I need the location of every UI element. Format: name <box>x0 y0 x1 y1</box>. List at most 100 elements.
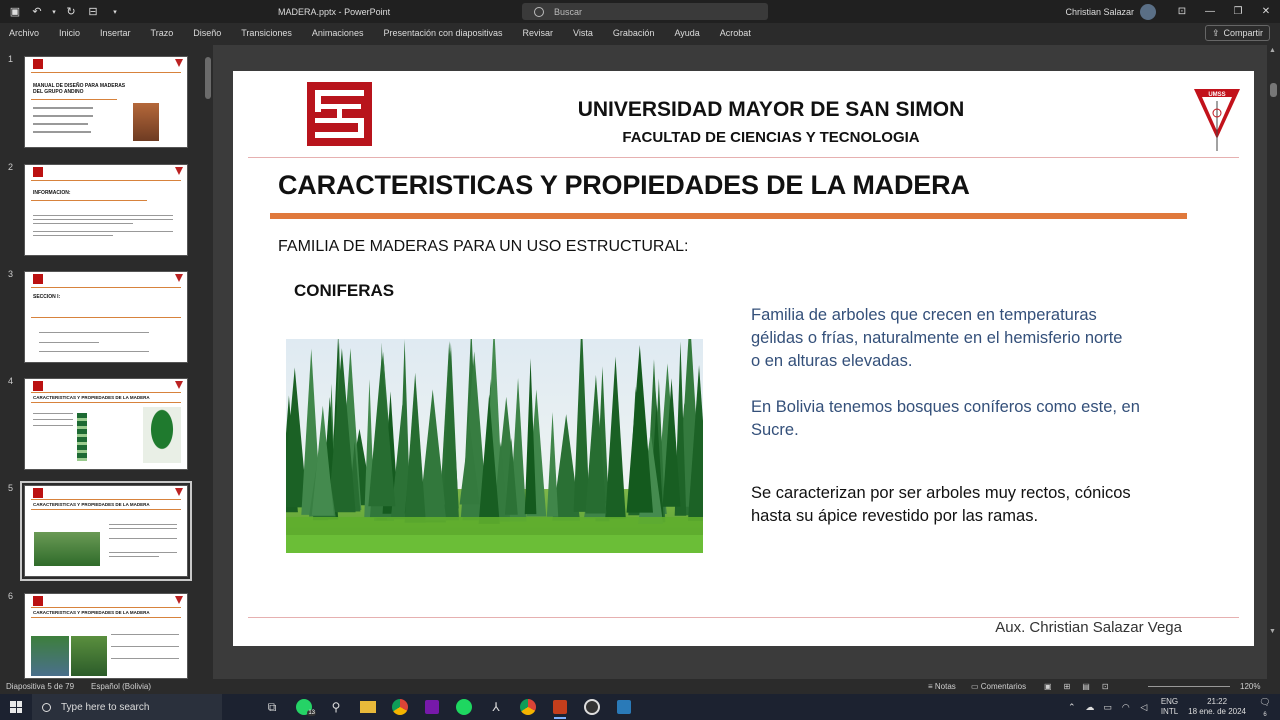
slide-sorter-icon[interactable]: ⊞ <box>1064 682 1071 691</box>
scroll-up-icon[interactable]: ▲ <box>1269 47 1276 54</box>
tab-ayuda[interactable]: Ayuda <box>674 28 699 38</box>
save-icon[interactable]: ▣ <box>6 3 24 21</box>
spotify-icon[interactable] <box>448 694 480 720</box>
notes-label: Notas <box>934 682 956 691</box>
tab-acrobat[interactable]: Acrobat <box>720 28 751 38</box>
chrome-profile-icon[interactable] <box>512 694 544 720</box>
text-line <box>39 351 149 352</box>
scroll-thumb[interactable] <box>1270 83 1277 97</box>
text-line <box>33 223 133 224</box>
book-cover-image <box>133 103 159 141</box>
tab-insertar[interactable]: Insertar <box>100 28 131 38</box>
volume-icon[interactable]: ◁ <box>1137 702 1151 713</box>
whatsapp-icon[interactable]: 13 <box>288 694 320 720</box>
landscape-image <box>31 636 69 676</box>
redo-icon[interactable]: ↻ <box>62 3 80 21</box>
presenter-icon[interactable]: ⊟ <box>84 3 102 21</box>
scroll-down-icon[interactable]: ▼ <box>1269 628 1276 635</box>
notes-button[interactable]: ≡ Notas <box>928 682 956 691</box>
chrome-icon[interactable] <box>384 694 416 720</box>
university-name: UNIVERSIDAD MAYOR DE SAN SIMON <box>577 98 965 121</box>
legend-swatches <box>77 413 87 461</box>
normal-view-icon[interactable]: ▣ <box>1044 682 1052 691</box>
start-button[interactable] <box>0 694 32 720</box>
slide-canvas[interactable]: UNIVERSIDAD MAYOR DE SAN SIMON FACULTAD … <box>233 71 1254 646</box>
reading-view-icon[interactable]: ▤ <box>1082 682 1090 691</box>
slide-thumbnail-6[interactable]: CARACTERISTICAS Y PROPIEDADES DE LA MADE… <box>24 593 188 679</box>
text-line <box>33 219 173 220</box>
file-explorer-icon[interactable] <box>352 694 384 720</box>
zoom-level[interactable]: 120% <box>1240 682 1260 691</box>
tab-trazo[interactable]: Trazo <box>151 28 174 38</box>
slide-scrollbar[interactable]: ▲ ▼ <box>1267 45 1280 679</box>
clock[interactable]: 21:22 18 ene. de 2024 <box>1188 697 1246 717</box>
network-icon[interactable]: ▭ <box>1101 702 1115 713</box>
restore-icon[interactable]: ❐ <box>1224 0 1252 23</box>
comments-button[interactable]: ▭ Comentarios <box>971 682 1026 691</box>
close-icon[interactable]: ✕ <box>1252 0 1280 23</box>
footer-divider <box>248 617 1239 618</box>
divider <box>31 402 181 403</box>
slide-thumbnail-1[interactable]: MANUAL DE DISEÑO PARA MADERAS DEL GRUPO … <box>24 56 188 148</box>
lang-line-2: INTL <box>1160 707 1179 716</box>
share-button[interactable]: ⇪ Compartir <box>1204 25 1270 41</box>
tab-archivo[interactable]: Archivo <box>9 28 39 38</box>
powerpoint-icon[interactable] <box>544 694 576 720</box>
customize-qat-icon[interactable]: ▾ <box>106 3 124 21</box>
tab-presentacion[interactable]: Presentación con diapositivas <box>383 28 502 38</box>
minimize-icon[interactable]: — <box>1196 0 1224 23</box>
sap-icon[interactable] <box>608 694 640 720</box>
slide-thumbnail-5[interactable]: CARACTERISTICAS Y PROPIEDADES DE LA MADE… <box>20 481 192 581</box>
tab-grabacion[interactable]: Grabación <box>613 28 655 38</box>
tab-revisar[interactable]: Revisar <box>523 28 554 38</box>
obs-icon[interactable] <box>576 694 608 720</box>
undo-icon[interactable]: ↶ <box>28 3 46 21</box>
undo-dropdown-icon[interactable]: ▾ <box>50 3 58 21</box>
text-line: Sucre. <box>751 421 799 439</box>
text-line: hasta su ápice revestido por las ramas. <box>751 507 1039 525</box>
slideshow-icon[interactable]: ⊡ <box>1102 682 1109 691</box>
divider <box>31 287 181 288</box>
wifi-icon[interactable]: ◠ <box>1119 702 1133 713</box>
text-line <box>111 646 179 647</box>
thumb-title: CARACTERISTICAS Y PROPIEDADES DE LA MADE… <box>33 395 150 400</box>
zoom-slider[interactable] <box>1148 686 1230 687</box>
app-name: PowerPoint <box>344 6 391 17</box>
onenote-icon[interactable] <box>416 694 448 720</box>
tab-vista[interactable]: Vista <box>573 28 593 38</box>
ribbon-display-icon[interactable]: ⊡ <box>1168 0 1196 23</box>
text-line <box>109 528 177 529</box>
divider <box>31 499 181 500</box>
text-line <box>109 552 177 553</box>
taskbar-search[interactable]: Type here to search <box>32 694 222 720</box>
date: 18 ene. de 2024 <box>1188 707 1246 716</box>
scroll-thumb[interactable] <box>205 57 211 99</box>
task-view-icon[interactable]: ⧉ <box>256 694 288 720</box>
slide-counter: Diapositiva 5 de 79 <box>6 682 75 691</box>
cloud-icon[interactable]: ☁ <box>1083 702 1097 713</box>
tab-diseno[interactable]: Diseño <box>193 28 221 38</box>
text-line <box>33 419 73 420</box>
input-language[interactable]: ENG INTL <box>1161 697 1178 717</box>
tab-inicio[interactable]: Inicio <box>59 28 80 38</box>
umss-logo-icon <box>175 596 183 604</box>
search-input[interactable]: Buscar <box>522 3 768 20</box>
user-name[interactable]: Christian Salazar <box>1065 7 1134 17</box>
chevron-up-icon[interactable]: ⌃ <box>1065 702 1079 713</box>
landscape-image <box>71 636 107 676</box>
tab-transiciones[interactable]: Transiciones <box>241 28 292 38</box>
slide-thumbnail-3[interactable]: SECCION I: <box>24 271 188 363</box>
conifer-forest-image[interactable] <box>286 339 703 553</box>
slide-thumbnail-2[interactable]: INFORMACION: <box>24 164 188 256</box>
maps-icon[interactable]: ⚲ <box>320 694 352 720</box>
text-line <box>109 556 159 557</box>
slide-thumbnail-4[interactable]: CARACTERISTICAS Y PROPIEDADES DE LA MADE… <box>24 378 188 470</box>
autocad-icon[interactable]: ⅄ <box>480 694 512 720</box>
notifications-icon[interactable]: 🗨6 <box>1258 697 1272 718</box>
language-indicator[interactable]: Español (Bolivia) <box>91 682 151 691</box>
thumbnail-scrollbar[interactable] <box>203 45 213 679</box>
taskbar-apps: ⧉ 13 ⚲ ⅄ <box>256 694 640 720</box>
tab-animaciones[interactable]: Animaciones <box>312 28 364 38</box>
avatar[interactable] <box>1140 3 1156 20</box>
thumb-title: CARACTERISTICAS Y PROPIEDADES DE LA MADE… <box>33 502 150 507</box>
